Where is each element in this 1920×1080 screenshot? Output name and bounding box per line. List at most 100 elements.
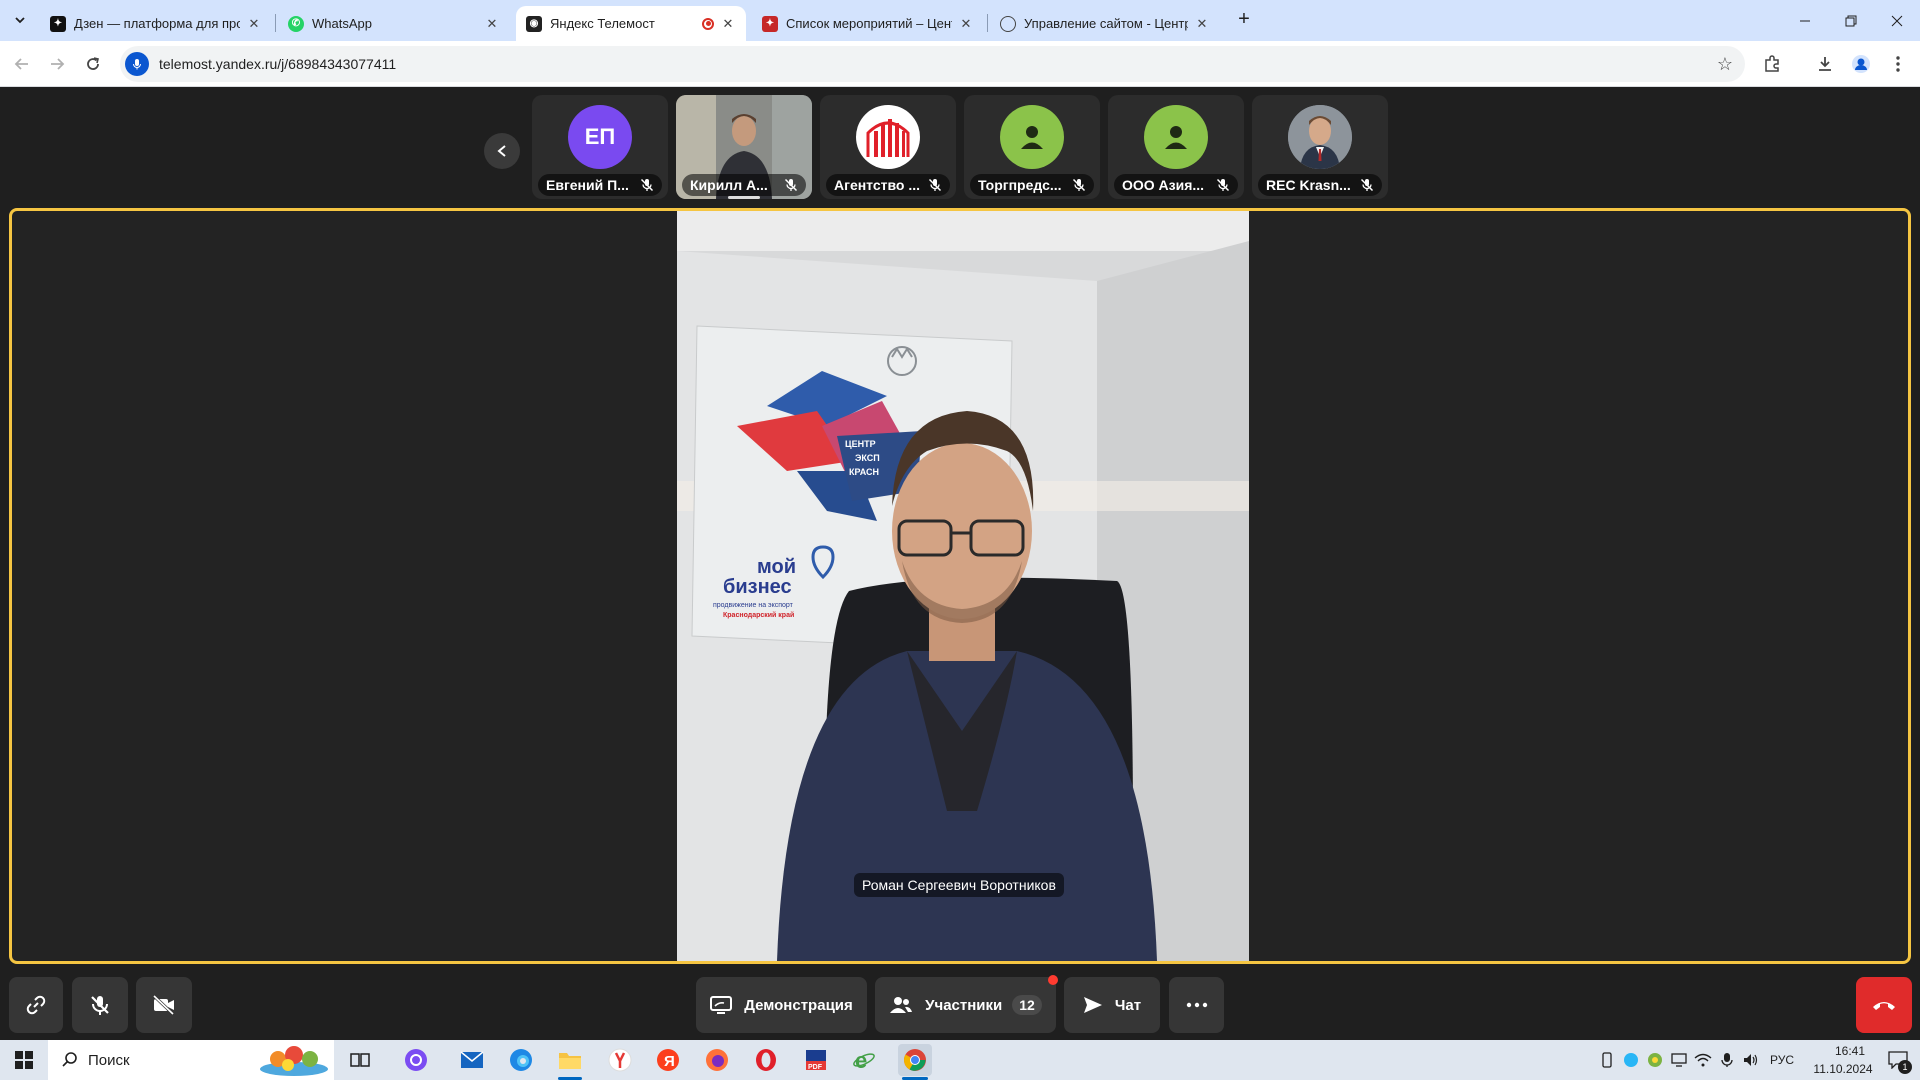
more-horizontal-icon [1186,1002,1207,1008]
clock-time[interactable]: 16:41 [1820,1044,1880,1058]
screen-share-button[interactable]: Демонстрация [696,977,867,1033]
end-call-button[interactable] [1856,977,1912,1033]
mic-off-icon [928,178,942,192]
close-icon[interactable]: ✕ [1194,16,1210,32]
taskbar-yandex[interactable]: Я [652,1044,684,1076]
agency-logo [856,105,920,169]
participant-name: REC Krasn... [1266,177,1351,193]
address-bar[interactable]: telemost.yandex.ru/j/68984343077411 ☆ [120,46,1745,82]
tab-search-button[interactable] [8,8,32,32]
close-icon[interactable]: ✕ [246,16,262,32]
taskbar-search[interactable]: Поиск [48,1040,334,1080]
speaker-video: ЦЕНТР ЭКСП КРАСН мой бизнес продвижение … [677,211,1249,961]
tray-app-icon[interactable] [1620,1044,1642,1076]
chat-button[interactable]: Чат [1064,977,1160,1033]
notifications-button[interactable]: 1 [1882,1044,1914,1076]
tray-display-icon[interactable] [1668,1044,1690,1076]
taskbar-opera[interactable] [750,1044,782,1076]
tray-wifi-icon[interactable] [1692,1044,1714,1076]
taskbar-mail[interactable] [456,1044,488,1076]
mic-off-icon [1216,178,1230,192]
participant-tile[interactable]: Агентство ... [820,95,956,199]
svg-text:Я: Я [664,1053,675,1070]
tray-app-icon[interactable] [1644,1044,1666,1076]
participant-label: Кирилл А... [682,174,806,196]
menu-button[interactable] [1886,52,1910,76]
yandex-icon: Я [657,1049,679,1071]
copy-link-button[interactable] [9,977,63,1033]
poster-text: ЭКСП [855,453,880,463]
windows-icon [15,1051,33,1069]
tab-title: Список мероприятий – Центр [786,16,952,31]
participant-tile[interactable]: REC Krasn... [1252,95,1388,199]
taskbar-ie[interactable]: e [848,1044,880,1076]
tray-volume-icon[interactable] [1740,1044,1762,1076]
chrome-icon [904,1049,926,1071]
taskbar-firefox[interactable] [701,1044,733,1076]
globe-icon [1000,15,1016,32]
tab-title: WhatsApp [312,16,372,31]
tray-phone-icon[interactable] [1596,1044,1618,1076]
language-indicator[interactable]: РУС [1770,1053,1794,1067]
participant-tile[interactable]: Кирилл А... [676,95,812,199]
taskbar-pdf[interactable]: PDF [800,1044,832,1076]
clock-date[interactable]: 11.10.2024 [1806,1062,1880,1076]
download-icon [1819,57,1831,71]
participants-prev-button[interactable] [484,133,520,169]
taskbar-alice[interactable] [400,1044,432,1076]
tab-title: Управление сайтом - Центр п [1024,16,1188,31]
participant-tile[interactable]: ООО Азия... [1108,95,1244,199]
poster-text: КРАСН [849,467,879,477]
tray-microphone-icon[interactable] [1716,1044,1738,1076]
star-icon[interactable]: ☆ [1717,54,1733,75]
avatar: ЕП [568,105,632,169]
minimize-button[interactable] [1782,0,1828,41]
participant-tile[interactable]: Торгпредс... [964,95,1100,199]
taskbar-explorer[interactable] [554,1044,586,1080]
tab-telemost[interactable]: ◉ Яндекс Телемост ✕ [516,6,746,41]
downloads-button[interactable] [1813,52,1837,76]
notification-count-badge: 1 [1898,1060,1912,1074]
close-icon[interactable]: ✕ [720,16,736,32]
participant-tile[interactable]: ЕП Евгений П... [532,95,668,199]
participant-name: Торгпредс... [978,177,1062,193]
taskbar-yandex-browser[interactable] [604,1044,636,1076]
windows-taskbar: Поиск Я PDF e РУС 16:41 11.10.2024 1 [0,1040,1920,1080]
more-vertical-icon [1896,56,1900,72]
new-tab-button[interactable]: + [1232,8,1256,32]
profile-button[interactable] [1849,52,1873,76]
active-indicator [728,196,760,199]
microphone-icon[interactable] [125,52,149,76]
tab-site-admin[interactable]: Управление сайтом - Центр п ✕ [990,6,1220,41]
close-icon[interactable]: ✕ [958,16,974,32]
mail-icon [460,1051,484,1068]
mic-off-icon [784,178,798,192]
close-icon[interactable]: ✕ [484,16,500,32]
taskbar-edge[interactable] [505,1044,537,1076]
restore-button[interactable] [1828,0,1874,41]
tab-events-list[interactable]: ✦ Список мероприятий – Центр ✕ [752,6,984,41]
microphone-toggle-button[interactable] [72,977,128,1033]
tab-whatsapp[interactable]: ✆ WhatsApp ✕ [278,6,510,41]
participant-name: Евгений П... [546,177,629,193]
chevron-left-icon [497,145,506,157]
more-options-button[interactable] [1169,977,1224,1033]
forward-button[interactable] [45,52,69,76]
tab-dzen[interactable]: ✦ Дзен — платформа для просм ✕ [40,6,272,41]
participant-label: Евгений П... [538,174,662,196]
taskbar-chrome[interactable] [898,1044,932,1080]
back-button[interactable] [10,52,34,76]
tab-title: Дзен — платформа для просм [74,16,240,31]
close-window-button[interactable] [1874,0,1920,41]
task-view-button[interactable] [344,1044,376,1076]
reload-button[interactable] [81,52,105,76]
participants-count-badge: 12 [1012,995,1042,1015]
url-text: telemost.yandex.ru/j/68984343077411 [159,56,397,72]
start-button[interactable] [8,1044,40,1076]
participants-button[interactable]: Участники 12 [875,975,1058,1033]
puzzle-icon [1765,55,1779,72]
tab-title: Яндекс Телемост [550,16,655,31]
extensions-button[interactable] [1760,52,1784,76]
camera-toggle-button[interactable] [136,977,192,1033]
alice-icon [405,1049,427,1071]
